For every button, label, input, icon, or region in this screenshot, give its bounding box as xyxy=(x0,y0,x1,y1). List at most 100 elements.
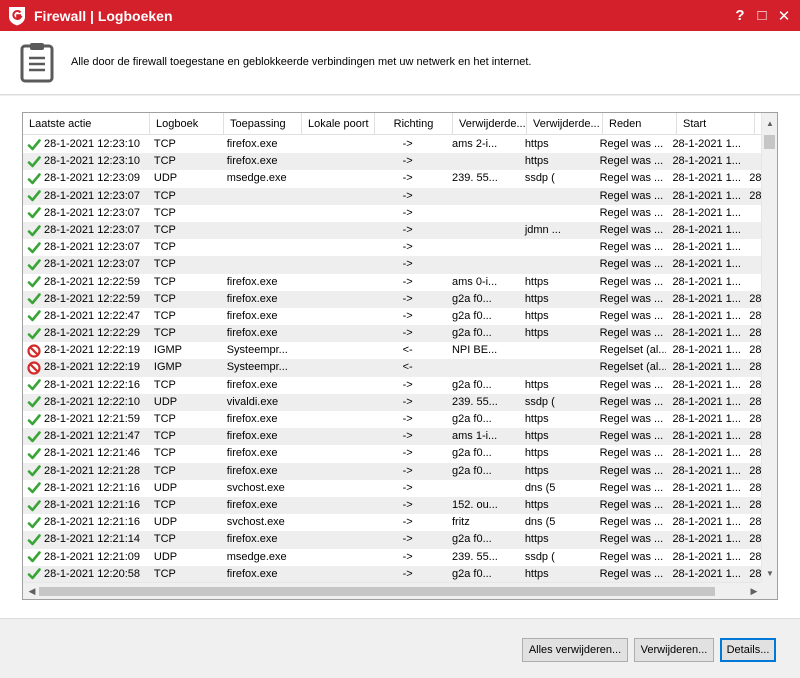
table-cell: 28-1-2021 1... xyxy=(672,172,741,185)
scroll-up-icon[interactable]: ▲ xyxy=(762,117,777,131)
table-cell: -> xyxy=(402,223,413,236)
table-cell: -> xyxy=(402,498,413,511)
table-cell: firefox.exe xyxy=(226,464,278,477)
table-row[interactable]: 28-1-2021 12:21:09 UDP msedge.exe -> 239. 55… xyxy=(23,549,763,566)
table-row[interactable]: 28-1-2021 12:21:16 UDP svchost.exe -> dns (5… xyxy=(23,480,763,497)
table-cell: TCP xyxy=(153,189,176,202)
table-row[interactable]: 28-1-2021 12:21:59 TCP firefox.exe -> g2a f0… xyxy=(23,411,763,428)
scroll-down-icon[interactable]: ▼ xyxy=(762,567,777,581)
table-cell: msedge.exe xyxy=(226,172,287,185)
table-cell xyxy=(221,256,298,273)
delete-button[interactable]: Verwijderen... xyxy=(634,638,714,662)
table-row[interactable]: 28-1-2021 12:23:07 TCP -> jdmn ... Regel was… xyxy=(23,221,763,240)
column-header[interactable]: Verwijderde... xyxy=(527,113,603,135)
table-cell: 28 xyxy=(749,533,762,546)
check-icon xyxy=(27,516,41,530)
table-row[interactable]: 28-1-2021 12:23:10 TCP firefox.exe -> https R… xyxy=(23,153,763,171)
table-cell xyxy=(297,325,369,342)
table-cell: 28-1-2021 12:23:10 xyxy=(23,153,148,170)
column-header[interactable]: Lokale poort xyxy=(302,113,375,135)
table-cell: Regel was ... xyxy=(599,327,664,340)
close-button[interactable]: ✕ xyxy=(774,5,794,27)
table-cell: g2a f0... xyxy=(451,533,492,546)
table-row[interactable]: 28-1-2021 12:23:07 TCP -> Regel was ... 28-1… xyxy=(23,187,763,205)
table-cell: 28-1-2021 1... xyxy=(672,292,741,305)
table-cell: -> xyxy=(402,516,413,529)
table-row[interactable]: 28-1-2021 12:22:59 TCP firefox.exe -> ams 0-… xyxy=(23,274,763,291)
check-icon xyxy=(27,499,41,513)
table-row[interactable]: 28-1-2021 12:22:16 TCP firefox.exe -> g2a f0… xyxy=(23,377,763,394)
table-row[interactable]: 28-1-2021 12:22:29 TCP firefox.exe -> g2a f0… xyxy=(23,325,763,343)
details-button[interactable]: Details... xyxy=(720,638,776,662)
scroll-right-icon[interactable]: ▶ xyxy=(747,584,761,598)
table-cell: 28 xyxy=(749,361,762,374)
table-cell: 28-1-2021 1... xyxy=(672,430,741,443)
table-row[interactable]: 28-1-2021 12:22:10 UDP vivaldi.exe -> 239. 5… xyxy=(23,393,763,411)
column-header[interactable]: Start xyxy=(677,113,755,135)
table-cell: TCP xyxy=(153,138,176,150)
table-cell xyxy=(446,480,519,497)
table-row[interactable]: 28-1-2021 12:22:19 IGMP Systeempr... <- Rege… xyxy=(23,359,763,377)
table-cell: UDP xyxy=(153,395,178,408)
column-header[interactable]: Reden xyxy=(603,113,677,135)
table-cell: -> xyxy=(402,309,413,322)
column-header[interactable]: Logboek xyxy=(150,113,224,135)
table-row[interactable]: 28-1-2021 12:23:07 TCP -> Regel was ... 28-1… xyxy=(23,256,763,274)
table-cell xyxy=(221,239,298,256)
table-row[interactable]: 28-1-2021 12:22:19 IGMP Systeempr... <- NPI … xyxy=(23,342,763,359)
check-icon xyxy=(27,172,41,186)
table-row[interactable]: 28-1-2021 12:21:28 TCP firefox.exe -> g2a f0… xyxy=(23,462,763,480)
table-row[interactable]: 28-1-2021 12:21:46 TCP firefox.exe -> g2a f0… xyxy=(23,445,763,462)
table-cell: 28-1-2021 12:23:10 xyxy=(23,136,148,153)
table-cell: Systeempr... xyxy=(226,361,288,374)
table-cell: https xyxy=(524,292,549,305)
check-icon xyxy=(27,224,41,238)
table-row[interactable]: 28-1-2021 12:21:47 TCP firefox.exe -> ams 1-… xyxy=(23,428,763,446)
check-icon xyxy=(27,533,41,547)
table-cell: 28 xyxy=(749,327,762,340)
table-cell: 152. ou... xyxy=(451,498,498,511)
column-header[interactable]: Laatste actie xyxy=(23,113,150,135)
scroll-left-icon[interactable]: ◀ xyxy=(25,584,39,598)
table-cell: Regel was ... xyxy=(599,516,664,529)
cell-text: 28-1-2021 12:21:47 xyxy=(44,430,141,443)
table-row[interactable]: 28-1-2021 12:23:10 TCP firefox.exe -> ams 2-… xyxy=(23,136,763,153)
table-row[interactable]: 28-1-2021 12:22:47 TCP firefox.exe -> g2a f0… xyxy=(23,308,763,325)
table-cell: Regel was ... xyxy=(599,189,664,202)
button-bar: Alles verwijderen... Verwijderen... Deta… xyxy=(0,618,800,678)
table-cell: -> xyxy=(402,413,413,425)
column-header[interactable]: Richting xyxy=(375,113,453,135)
log-table[interactable]: Laatste actie Logboek Toepassing Lokale poo… xyxy=(22,112,778,600)
horizontal-scrollbar[interactable]: ◀ ▶ xyxy=(23,582,763,599)
table-cell xyxy=(297,188,369,205)
table-cell: 28-1-2021 12:23:07 xyxy=(23,256,148,273)
vertical-scrollbar[interactable]: ▲ ▼ xyxy=(761,113,777,583)
help-button[interactable]: ? xyxy=(730,5,750,27)
table-cell: Regel was ... xyxy=(599,550,664,563)
table-row[interactable]: 28-1-2021 12:21:14 TCP firefox.exe -> g2a f0… xyxy=(23,531,763,549)
column-header[interactable]: Toepassing xyxy=(224,113,302,135)
table-row[interactable]: 28-1-2021 12:21:16 TCP firefox.exe -> 152. o… xyxy=(23,496,763,515)
cell-text: 28-1-2021 12:21:28 xyxy=(44,464,141,477)
table-cell xyxy=(297,394,369,411)
check-icon xyxy=(27,241,41,255)
table-cell: 28-1-2021 12:23:07 xyxy=(23,188,148,205)
table-row[interactable]: 28-1-2021 12:22:59 TCP firefox.exe -> g2a f0… xyxy=(23,290,763,308)
minimize-button[interactable]: □ xyxy=(752,5,772,27)
table-row[interactable]: 28-1-2021 12:21:16 UDP svchost.exe -> fritz d… xyxy=(23,514,763,531)
table-body[interactable]: 28-1-2021 12:23:10 TCP firefox.exe -> ams 2-… xyxy=(23,136,763,583)
table-row[interactable]: 28-1-2021 12:23:07 TCP -> Regel was ... 28-1… xyxy=(23,239,763,256)
table-cell: -> xyxy=(402,533,413,546)
table-cell: 28-1-2021 1... xyxy=(672,464,741,477)
horizontal-scroll-thumb[interactable] xyxy=(39,587,715,596)
table-row[interactable]: 28-1-2021 12:20:58 TCP firefox.exe -> g2a f0… xyxy=(23,565,763,583)
table-row[interactable]: 28-1-2021 12:23:09 UDP msedge.exe -> 239. 55… xyxy=(23,170,763,187)
cell-text: 28-1-2021 12:21:46 xyxy=(44,447,141,460)
table-row[interactable]: 28-1-2021 12:23:07 TCP -> Regel was ... 28-1… xyxy=(23,205,763,222)
delete-all-button[interactable]: Alles verwijderen... xyxy=(522,638,628,662)
column-header[interactable]: Verwijderde... xyxy=(453,113,527,135)
table-cell xyxy=(519,239,594,256)
vertical-scroll-thumb[interactable] xyxy=(764,135,775,149)
title-bar[interactable]: Firewall | Logboeken ? □ ✕ xyxy=(0,0,800,31)
table-cell: firefox.exe xyxy=(226,430,278,443)
